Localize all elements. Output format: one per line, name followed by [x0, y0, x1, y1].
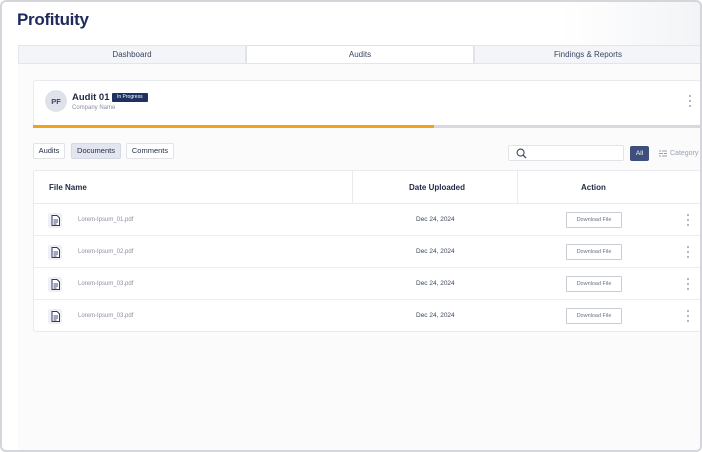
kebab-menu-icon[interactable]	[685, 246, 691, 258]
table-row: Lorem-Ipsum_01.pdf Dec 24, 2024 Download…	[34, 204, 700, 236]
column-divider	[352, 171, 353, 204]
avatar: PF	[45, 90, 67, 112]
document-icon	[48, 213, 62, 228]
kebab-menu-icon[interactable]	[687, 95, 693, 107]
filter-icon	[659, 150, 667, 157]
file-date: Dec 24, 2024	[416, 312, 455, 319]
header-date-uploaded: Date Uploaded	[409, 183, 466, 192]
category-label: Category	[670, 150, 699, 157]
tab-dashboard[interactable]: Dashboard	[18, 45, 246, 63]
file-date: Dec 24, 2024	[416, 216, 455, 223]
tab-audits[interactable]: Audits	[246, 45, 474, 63]
app-title: Profituity	[17, 10, 89, 29]
file-date: Dec 24, 2024	[416, 280, 455, 287]
kebab-menu-icon[interactable]	[685, 278, 691, 290]
search-input[interactable]	[531, 147, 621, 159]
table-row: Lorem-Ipsum_03.pdf Dec 24, 2024 Download…	[34, 268, 700, 300]
download-file-button[interactable]: Download File	[566, 308, 622, 324]
status-badge: In Progress	[112, 93, 148, 102]
download-file-button[interactable]: Download File	[566, 276, 622, 292]
document-icon	[48, 309, 62, 324]
file-name[interactable]: Lorem-Ipsum_02.pdf	[78, 236, 133, 268]
document-icon	[48, 277, 62, 292]
search-icon	[516, 148, 527, 159]
app-window: Profituity Dashboard Audits Findings & R…	[0, 0, 702, 452]
tab-findings-reports[interactable]: Findings & Reports	[474, 45, 700, 63]
progress-bar	[33, 125, 700, 128]
kebab-menu-icon[interactable]	[685, 214, 691, 226]
file-name[interactable]: Lorem-Ipsum_03.pdf	[78, 268, 133, 300]
subtab-audits[interactable]: Audits	[33, 143, 65, 159]
column-divider	[517, 171, 518, 204]
audit-card: PF Audit 01 In Progress Company Name	[33, 80, 700, 126]
category-filter[interactable]: Category	[659, 146, 698, 161]
document-icon	[48, 245, 62, 260]
download-file-button[interactable]: Download File	[566, 212, 622, 228]
documents-table: File Name Date Uploaded Action Lorem-Ips…	[33, 170, 700, 332]
subtab-comments[interactable]: Comments	[126, 143, 174, 159]
main-tabs: Dashboard Audits Findings & Reports	[18, 45, 700, 64]
progress-fill	[33, 125, 434, 128]
table-row: Lorem-Ipsum_03.pdf Dec 24, 2024 Download…	[34, 300, 700, 332]
file-date: Dec 24, 2024	[416, 248, 455, 255]
all-filter-button[interactable]: All	[630, 146, 649, 161]
header-file-name: File Name	[49, 183, 87, 192]
search-box	[508, 145, 624, 161]
file-name[interactable]: Lorem-Ipsum_01.pdf	[78, 204, 133, 236]
table-row: Lorem-Ipsum_02.pdf Dec 24, 2024 Download…	[34, 236, 700, 268]
download-file-button[interactable]: Download File	[566, 244, 622, 260]
subtab-documents[interactable]: Documents	[71, 143, 121, 159]
file-name[interactable]: Lorem-Ipsum_03.pdf	[78, 300, 133, 332]
header-action: Action	[581, 183, 606, 192]
table-header: File Name Date Uploaded Action	[34, 171, 700, 204]
audit-title: Audit 01	[72, 92, 110, 103]
kebab-menu-icon[interactable]	[685, 310, 691, 322]
company-name: Company Name	[72, 105, 116, 111]
